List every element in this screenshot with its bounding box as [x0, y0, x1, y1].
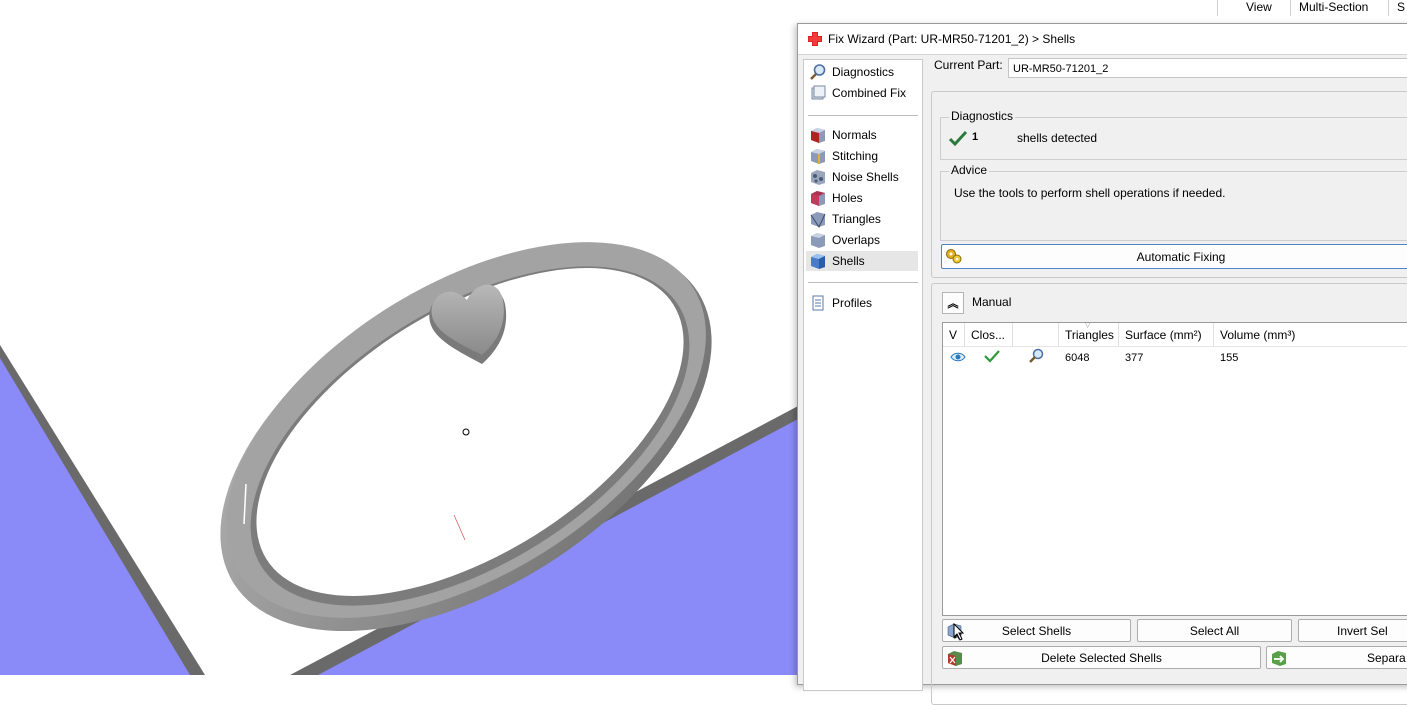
diagnostics-group-title: Diagnostics	[949, 109, 1016, 123]
build-plane-left	[0, 345, 205, 675]
nav-item-holes[interactable]: Holes	[806, 188, 918, 208]
tab-view[interactable]: View	[1238, 0, 1280, 16]
combined-fix-icon	[811, 85, 826, 100]
check-icon	[949, 130, 967, 146]
wizard-nav: Diagnostics Combined Fix Normals Stitchi…	[803, 59, 923, 691]
diagnostics-group: Diagnostics 1 shells detected	[940, 109, 1407, 160]
normals-icon	[811, 128, 825, 143]
cell-triangles: 6048	[1065, 352, 1090, 364]
nav-item-stitching[interactable]: Stitching	[806, 146, 918, 166]
nav-item-triangles[interactable]: Triangles	[806, 209, 918, 229]
column-header-surface[interactable]: Surface (mm²)	[1119, 323, 1214, 347]
automatic-fixing-button[interactable]: Automatic Fixing	[941, 244, 1407, 269]
diagnostics-text: shells detected	[1017, 131, 1098, 145]
nav-item-normals[interactable]: Normals	[806, 125, 918, 145]
cell-volume: 155	[1220, 352, 1239, 364]
collapse-button[interactable]: ︽	[942, 292, 964, 314]
overlaps-icon	[811, 233, 825, 248]
nav-separator	[808, 282, 918, 283]
nav-item-diagnostics[interactable]: Diagnostics	[806, 62, 918, 82]
ribbon-tab-strip: View Multi-Section S	[1217, 0, 1407, 16]
separate-button[interactable]: Separa	[1266, 646, 1407, 669]
gears-icon	[946, 249, 962, 264]
fix-wizard-dialog: Fix Wizard (Part: UR-MR50-71201_2) > She…	[797, 23, 1407, 705]
nav-item-noise-shells[interactable]: Noise Shells	[806, 167, 918, 187]
column-header-volume[interactable]: Volume (mm³)	[1214, 323, 1407, 347]
dialog-title: Fix Wizard (Part: UR-MR50-71201_2) > She…	[828, 32, 1076, 46]
separate-shells-icon	[1272, 651, 1286, 666]
magnifier-icon[interactable]	[1027, 348, 1045, 364]
shells-table[interactable]: V Clos... Triangles ▽ Surface (mm²) Volu…	[942, 322, 1407, 616]
nav-item-profiles[interactable]: Profiles	[806, 293, 918, 313]
select-all-button[interactable]: Select All	[1137, 619, 1292, 642]
invert-selection-button[interactable]: Invert Sel	[1298, 619, 1407, 642]
magnifier-icon	[810, 64, 826, 80]
shell-count: 1	[972, 131, 979, 143]
manual-label: Manual	[972, 295, 1012, 309]
select-shells-button[interactable]: Select Shells	[942, 619, 1131, 642]
sort-caret-icon: ▽	[1085, 322, 1091, 329]
nav-item-overlaps[interactable]: Overlaps	[806, 230, 918, 250]
delete-shells-icon	[948, 651, 962, 666]
tab-overflow[interactable]: S	[1388, 0, 1407, 16]
shells-icon	[811, 254, 825, 269]
current-part-label: Current Part:	[934, 58, 1003, 72]
nav-separator	[808, 115, 918, 116]
triangles-icon	[810, 212, 826, 228]
mouse-cursor-icon	[953, 623, 965, 641]
check-icon	[984, 350, 1000, 363]
advice-group: Advice Use the tools to perform shell op…	[940, 163, 1407, 241]
nav-item-shells[interactable]: Shells	[806, 251, 918, 271]
profiles-icon	[812, 295, 824, 311]
dialog-titlebar[interactable]: Fix Wizard (Part: UR-MR50-71201_2) > She…	[798, 24, 1407, 55]
stitching-icon	[811, 149, 825, 164]
nav-item-combined-fix[interactable]: Combined Fix	[806, 83, 918, 103]
column-header-closed[interactable]: Clos...	[965, 323, 1013, 347]
current-part-field[interactable]: UR-MR50-71201_2	[1008, 58, 1407, 78]
holes-icon	[811, 191, 825, 206]
column-header-action[interactable]	[1013, 323, 1059, 347]
fix-wizard-cross-icon	[808, 32, 822, 46]
advice-group-title: Advice	[949, 163, 990, 177]
advice-text: Use the tools to perform shell operation…	[954, 186, 1226, 200]
column-header-visible[interactable]: V	[943, 323, 965, 347]
cell-surface: 377	[1125, 352, 1144, 364]
noise-shells-icon	[811, 170, 825, 185]
chevron-up-icon: ︽	[947, 298, 959, 310]
tab-multi-section[interactable]: Multi-Section	[1290, 0, 1376, 16]
delete-selected-shells-button[interactable]: Delete Selected Shells	[942, 646, 1261, 669]
eye-icon[interactable]	[950, 351, 966, 363]
